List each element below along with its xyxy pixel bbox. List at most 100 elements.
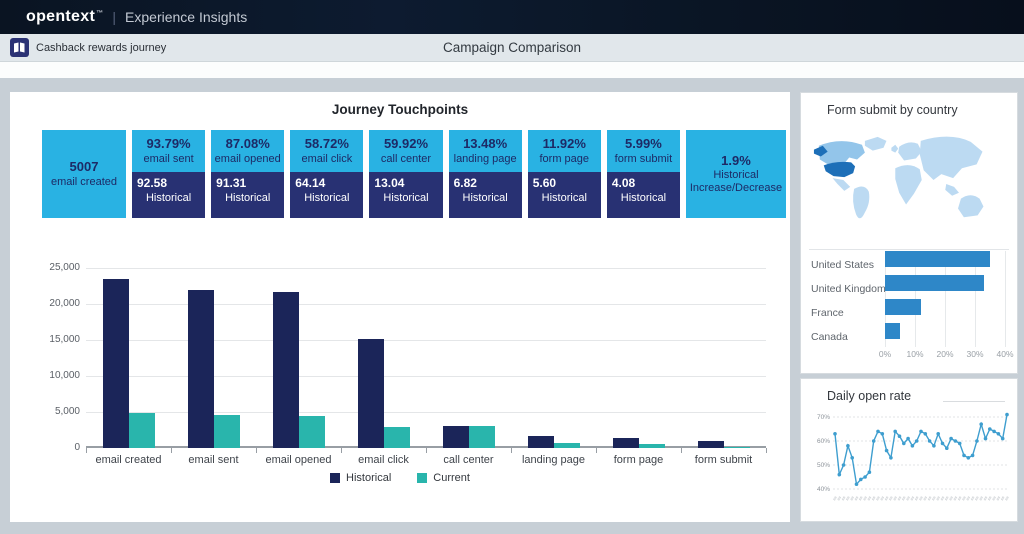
data-point <box>833 432 837 436</box>
historical-bar <box>697 440 724 448</box>
data-point <box>854 482 859 486</box>
bar-group <box>426 268 511 448</box>
kpi-tile-historical: 5.60 Historical <box>527 172 601 218</box>
kpi-label: landing page <box>453 152 517 165</box>
data-point <box>867 470 872 474</box>
journey-chart-legend: Historical Current <box>10 472 790 484</box>
kpi-label: email opened <box>214 152 281 165</box>
open-rate-line-chart: 70%60%50%40%############################… <box>817 412 1011 502</box>
open-rate-xtick: ## <box>1004 494 1011 501</box>
kpi-historical-value: 91.31 <box>216 176 247 190</box>
kpi-historical-label: Historical <box>304 192 350 204</box>
country-axis-tick: 40% <box>996 349 1014 359</box>
open-rate-ytick: 60% <box>817 438 830 445</box>
kpi-tile-historical: 64.14 Historical <box>290 172 364 218</box>
map-south-america <box>853 186 870 219</box>
kpi-tile-historical: 4.08 Historical <box>606 172 680 218</box>
dashboard-content: Journey Touchpoints 5007 email created 93.… <box>0 78 1024 534</box>
journey-touchpoints-title: Journey Touchpoints <box>331 102 469 117</box>
current-bar <box>128 412 155 448</box>
map-usa <box>823 161 856 178</box>
kpi-label: form submit <box>614 152 673 165</box>
y-axis-label: 5,000 <box>54 406 80 417</box>
kpi-value: 93.79% <box>146 136 191 152</box>
kpi-historical-label: Historical <box>383 192 429 204</box>
data-point <box>841 463 846 467</box>
map-canada <box>818 141 865 166</box>
map-greenland <box>864 136 887 151</box>
kpi-value: 58.72% <box>304 136 349 152</box>
kpi-tile-historical: 13.04 Historical <box>369 172 443 218</box>
x-axis-label: email sent <box>188 454 239 466</box>
vertical-gridline <box>1005 251 1006 347</box>
data-point <box>884 448 889 453</box>
kpi-value: 59.92% <box>383 136 429 152</box>
x-axis-label: email opened <box>265 454 332 466</box>
current-bar <box>298 416 325 448</box>
kpi-tile: 11.92% form page 5.60 Historical <box>527 130 601 218</box>
data-point <box>953 439 958 443</box>
x-axis-tick <box>511 448 512 453</box>
x-axis-tick <box>341 448 342 453</box>
form-submit-by-country-panel: Form submit by country United States Uni… <box>800 92 1018 374</box>
x-axis-tick <box>596 448 597 453</box>
kpi-historical-label: Historical <box>620 192 667 204</box>
kpi-label: form page <box>539 152 590 165</box>
data-point <box>949 436 953 441</box>
legend-rule <box>943 401 1005 402</box>
bar-group <box>511 268 596 448</box>
current-bar <box>213 414 240 448</box>
header-spacer <box>0 62 1024 78</box>
data-point <box>962 453 966 458</box>
kpi-historical-value: 5.60 <box>532 176 557 190</box>
map-asia <box>919 136 983 181</box>
historical-bar <box>442 426 469 448</box>
current-bar <box>638 443 665 448</box>
kpi-tile: 1.9% Historical Increase/Decrease <box>685 130 786 218</box>
legend-swatch <box>417 473 428 483</box>
bar-groups <box>86 268 766 448</box>
data-point <box>936 432 940 436</box>
data-point <box>945 446 949 450</box>
daily-open-rate-panel: Daily open rate 70% 60% 50% 40% ## ## ## ## ## ##… <box>800 378 1018 522</box>
legend-item: Current <box>417 472 470 484</box>
kpi-tiles-row: 5007 email created 93.79% email sent 92.58 Hi… <box>42 130 786 218</box>
x-axis-label: landing page <box>521 454 585 466</box>
map-europe <box>898 142 922 161</box>
data-point <box>975 439 979 443</box>
kpi-label: email click <box>301 152 353 165</box>
data-point <box>970 453 975 458</box>
bar-group <box>86 268 171 448</box>
kpi-tile: 58.72% email click 64.14 Historical <box>290 130 364 218</box>
kpi-value: 1.9% <box>721 152 751 168</box>
dashboard-page: opentext™ | Experience Insights Cashback… <box>0 0 1024 534</box>
map-africa <box>895 165 922 205</box>
data-point <box>992 429 996 434</box>
kpi-tile: 13.48% landing page 6.82 Historical <box>448 130 522 218</box>
x-axis-tick <box>256 448 257 453</box>
country-bar <box>885 299 921 315</box>
bar-group <box>171 268 256 448</box>
kpi-label: call center <box>380 152 432 165</box>
kpi-value: 11.92% <box>542 136 586 152</box>
data-point <box>914 439 919 443</box>
x-axis-tick <box>766 448 767 453</box>
x-axis-labels: email created email sent email opened email… <box>86 454 766 466</box>
historical-bar <box>527 436 554 448</box>
product-name: Experience Insights <box>125 9 248 25</box>
bar-group <box>681 268 766 448</box>
historical-bar <box>272 292 299 448</box>
data-point <box>910 444 915 448</box>
open-rate-ytick: 70% <box>817 414 830 421</box>
data-point <box>859 477 863 482</box>
historical-bar <box>357 338 384 448</box>
country-axis-ticks: 0% 10% 20% 30% 40% <box>879 349 1014 361</box>
data-point <box>979 422 983 426</box>
open-rate-ytick: 40% <box>817 486 830 493</box>
kpi-tile-current: 11.92% form page <box>527 130 601 172</box>
data-point <box>897 434 902 438</box>
kpi-tile: 59.92% call center 13.04 Historical <box>369 130 443 218</box>
y-axis-label: 15,000 <box>49 334 80 345</box>
legend-item: Historical <box>330 472 391 484</box>
kpi-tile-historical: 91.31 Historical <box>211 172 285 218</box>
